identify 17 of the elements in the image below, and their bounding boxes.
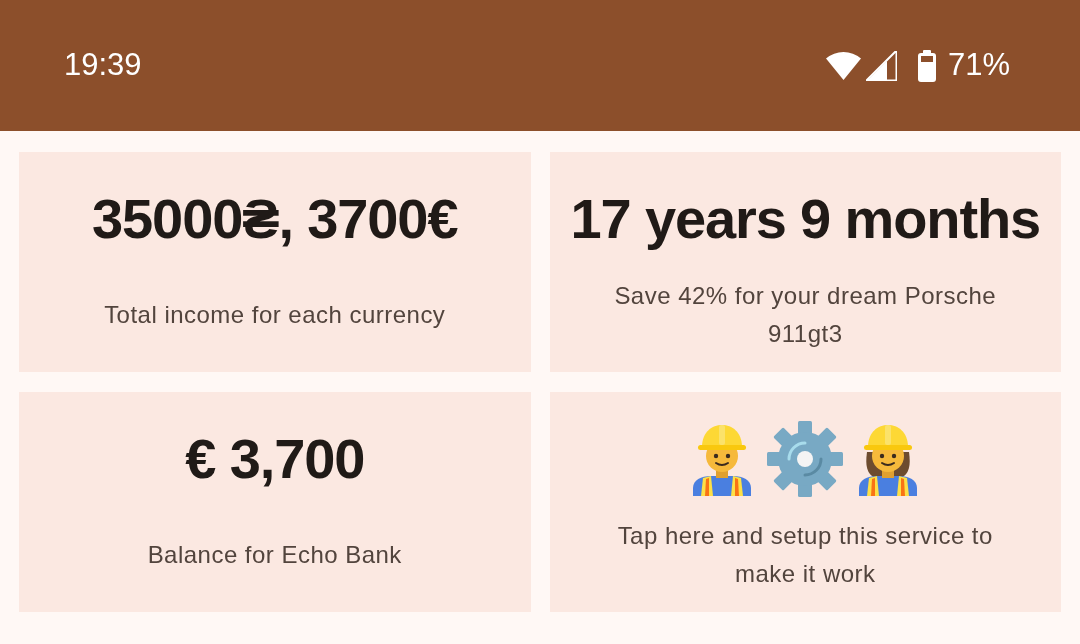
setup-card[interactable]: Tap here and setup this service to make it work [549,392,1061,612]
gear-icon [767,420,844,497]
card-value: 17 years 9 months [570,186,1041,252]
battery-percent: 71% [947,46,1010,85]
stat-card[interactable]: 17 years 9 months Save 42% for your dream Porsche 911gt3 [549,152,1061,372]
card-value: 35000₴, 3700€ [92,186,458,252]
signal-icon [865,50,897,81]
card-value: € 3,700 [185,426,365,492]
status-time: 19:39 [64,46,142,85]
card-caption: Save 42% for your dream Porsche 911gt3 [613,280,998,349]
wifi-icon [825,51,861,80]
card-caption: Total income for each currency [104,299,446,330]
stat-card[interactable]: 35000₴, 3700€ Total income for each currency [19,152,531,372]
card-caption: Balance for Echo Bank [147,539,402,570]
card-caption: Tap here and setup this service to make it work [616,520,994,589]
stat-card[interactable]: € 3,700 Balance for Echo Bank [19,392,531,612]
battery-icon [916,49,937,82]
